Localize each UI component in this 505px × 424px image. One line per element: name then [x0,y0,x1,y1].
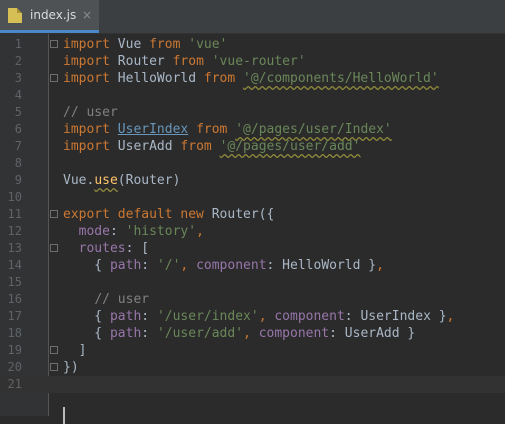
fold-marker-icon[interactable] [50,40,58,48]
code-text: { path: '/', component: HelloWorld }, [63,258,384,273]
line-number: 20 [7,360,22,374]
line-number: 10 [7,190,22,204]
code-line[interactable]: 16 // user [0,291,505,308]
line-number: 4 [14,88,22,102]
line-number: 13 [7,241,22,255]
code-text: }) [63,360,79,375]
close-icon[interactable]: × [81,9,93,21]
tab-label: index.js [30,8,77,22]
code-line[interactable]: 7 import UserAdd from '@/pages/user/add' [0,138,505,155]
code-line[interactable]: 2 import Router from 'vue-router' [0,53,505,70]
fold-marker-icon[interactable] [50,346,58,354]
code-line[interactable]: 19 ] [0,342,505,359]
code-text: import UserIndex from '@/pages/user/Inde… [63,122,392,137]
code-line[interactable]: 12 mode: 'history', [0,223,505,240]
fold-marker-icon[interactable] [50,244,58,252]
code-line[interactable]: 14 { path: '/', component: HelloWorld }, [0,257,505,274]
code-text: mode: 'history', [78,224,204,239]
code-text: import Router from 'vue-router' [63,54,306,69]
line-number: 18 [7,326,22,340]
line-number: 7 [14,139,22,153]
editor-tab-bar: index.js × [0,0,505,34]
code-text: { path: '/user/index', component: UserIn… [63,309,455,324]
code-line[interactable]: 4 [0,87,505,104]
code-line[interactable]: 9 Vue.use(Router) [0,172,505,189]
line-number: 3 [14,71,22,85]
line-number: 16 [7,292,22,306]
code-text: ] [63,343,87,358]
code-text: import HelloWorld from '@/components/Hel… [63,71,439,86]
line-number: 5 [14,105,22,119]
line-number: 8 [14,156,22,170]
tab-index-js[interactable]: index.js × [0,0,99,33]
fold-marker-icon[interactable] [50,363,58,371]
code-line[interactable]: 6 import UserIndex from '@/pages/user/Ind… [0,121,505,138]
line-number: 12 [7,224,22,238]
code-text: import UserAdd from '@/pages/user/add' [63,139,361,154]
code-line[interactable]: 1 import Vue from 'vue' [0,36,505,53]
fold-marker-icon[interactable] [50,210,58,218]
code-line[interactable]: 11 export default new Router({ [0,206,505,223]
fold-marker-icon[interactable] [50,74,58,82]
code-text: // user [63,105,118,120]
code-line[interactable]: 8 [0,155,505,172]
line-number: 15 [7,275,22,289]
line-number: 6 [14,122,22,136]
code-editor[interactable]: 1 import Vue from 'vue' 2 import Router fro… [0,34,505,424]
code-line[interactable]: 18 { path: '/user/add', component: UserA… [0,325,505,342]
line-number: 21 [7,377,22,391]
code-line[interactable]: 17 { path: '/user/index', component: Use… [0,308,505,325]
line-number: 9 [14,173,22,187]
code-text: routes: [ [78,241,150,256]
code-text: // user [94,292,150,307]
code-line[interactable]: 10 [0,189,505,206]
line-number: 2 [14,54,22,68]
code-line[interactable]: 13 routes: [ [0,240,505,257]
line-number: 19 [7,343,22,357]
code-text: export default new Router({ [63,207,275,222]
code-line[interactable]: 3 import HelloWorld from '@/components/He… [0,70,505,87]
code-text: import Vue from 'vue' [63,37,228,52]
code-line[interactable]: 20}) [0,359,505,376]
line-number: 14 [7,258,22,272]
code-text: Vue.use(Router) [63,173,181,188]
code-line[interactable]: 21 [0,376,505,393]
line-number: 17 [7,309,22,323]
line-number: 1 [14,37,22,51]
code-line[interactable]: 15 [0,274,505,291]
code-text: { path: '/user/add', component: UserAdd … [63,326,416,341]
line-number: 11 [7,207,22,221]
code-line[interactable]: 5 // user [0,104,505,121]
javascript-file-icon [8,7,22,23]
